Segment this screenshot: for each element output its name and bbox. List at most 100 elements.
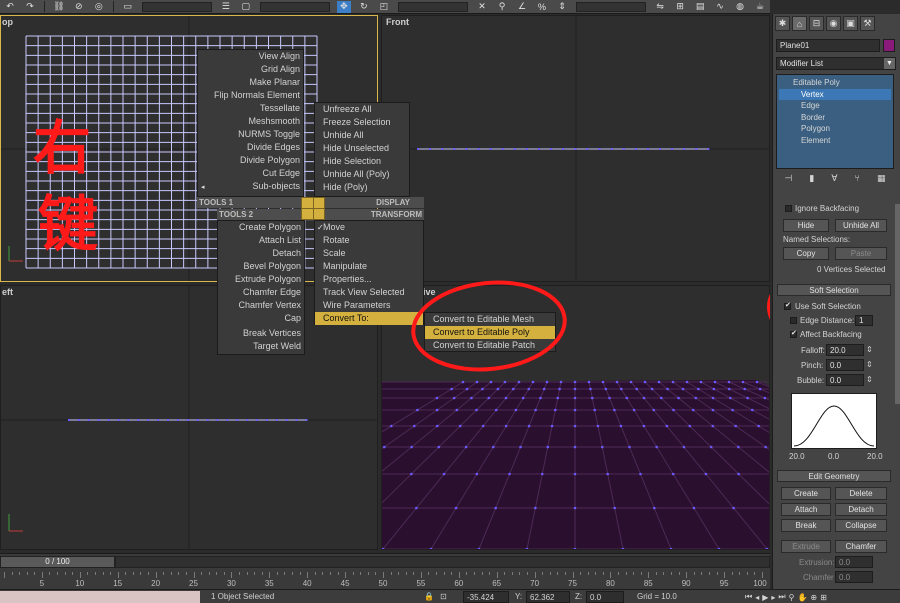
hierarchy-tab-icon[interactable]: ⊟ <box>809 16 824 31</box>
maxscript-listener-field[interactable] <box>0 591 200 603</box>
chamfer-input[interactable]: 0.0 <box>835 571 873 583</box>
percent-snap-icon[interactable]: % <box>535 1 549 13</box>
extrusion-input[interactable]: 0.0 <box>835 556 873 568</box>
go-to-end-icon[interactable]: ⏭ <box>778 592 785 602</box>
quad-item-transform[interactable]: Wire Parameters <box>315 299 423 312</box>
quad-item-transform[interactable]: Manipulate <box>315 260 423 273</box>
select-by-name-icon[interactable]: ☰ <box>219 1 233 13</box>
quad-item-transform[interactable]: Track View Selected <box>315 286 423 299</box>
quad-item-tools1[interactable]: Meshsmooth <box>198 115 303 128</box>
snap-icon[interactable]: ⚲ <box>495 1 509 13</box>
viewport-label-front[interactable]: Front <box>386 17 409 27</box>
layer-icon[interactable]: ▤ <box>693 1 707 13</box>
quad-item-tools2[interactable]: Extrude Polygon <box>218 273 304 286</box>
move-tool-icon[interactable]: ✥ <box>336 0 351 13</box>
quad-item-tools2[interactable]: Attach List <box>218 234 304 247</box>
rotate-tool-icon[interactable]: ↻ <box>357 1 371 13</box>
stack-item-subobject[interactable]: Edge <box>779 100 891 111</box>
collapse-button[interactable]: Collapse <box>835 519 887 532</box>
display-tab-icon[interactable]: ▣ <box>843 16 858 31</box>
edge-distance-checkbox[interactable] <box>790 317 797 324</box>
quad-item-tools2[interactable]: Target Weld <box>218 340 304 353</box>
object-color-swatch[interactable] <box>883 39 895 52</box>
chamfer-button[interactable]: Chamfer <box>835 540 887 553</box>
curve-editor-icon[interactable]: ∿ <box>713 1 727 13</box>
viewport-front[interactable]: Front <box>381 15 770 282</box>
quad-item-transform[interactable]: Properties... <box>315 273 423 286</box>
detach-button[interactable]: Detach <box>835 503 887 516</box>
quad-item-tools1[interactable]: View Align <box>198 50 303 63</box>
quad-item-tools2[interactable]: Break Vertices <box>218 327 304 340</box>
angle-snap-icon[interactable]: ∠ <box>515 1 529 13</box>
chevron-down-icon[interactable]: ▼ <box>884 58 895 69</box>
previous-frame-icon[interactable]: ◂ <box>755 593 759 602</box>
material-editor-icon[interactable]: ◍ <box>733 1 747 13</box>
quad-item-transform[interactable]: Move <box>315 221 423 234</box>
edit-geometry-rollout[interactable]: Edit Geometry <box>777 470 891 482</box>
quad-item-tools1[interactable]: NURMS Toggle <box>198 128 303 141</box>
y-coordinate-field[interactable]: 62.362 <box>526 591 570 603</box>
hide-button[interactable]: Hide <box>783 219 829 232</box>
quad-item-display[interactable]: Freeze Selection <box>315 116 409 129</box>
x-coordinate-field[interactable]: -35.424 <box>463 591 509 603</box>
paste-button[interactable]: Paste <box>835 247 887 260</box>
quad-item-transform[interactable]: Rotate <box>315 234 423 247</box>
absolute-mode-icon[interactable]: ⊡ <box>440 592 447 601</box>
stack-item-editable-poly[interactable]: Editable Poly <box>779 77 891 88</box>
selection-region-icon[interactable]: ▢ <box>239 1 253 13</box>
quad-item-tools2[interactable]: Chamfer Vertex <box>218 299 304 312</box>
quad-item-tools1[interactable]: Make Planar <box>198 76 303 89</box>
quad-item-tools2[interactable]: Detach <box>218 247 304 260</box>
quad-item-tools1[interactable]: Grid Align <box>198 63 303 76</box>
utilities-tab-icon[interactable]: ⚒ <box>860 16 875 31</box>
time-slider-track[interactable] <box>115 556 770 568</box>
pin-stack-icon[interactable]: ⊣ <box>785 173 793 184</box>
maximize-viewport-icon[interactable]: ⊞ <box>820 593 827 602</box>
stack-item-subobject[interactable]: Polygon <box>779 123 891 134</box>
zoom-icon[interactable]: ⚲ <box>789 593 795 602</box>
quad-item-tools2[interactable]: Cap <box>218 312 304 325</box>
quad-item-display[interactable]: Unhide All <box>315 129 409 142</box>
redo-icon[interactable]: ↷ <box>23 1 37 13</box>
quad-item-display[interactable]: Unfreeze All <box>315 103 409 116</box>
selection-filter-dropdown[interactable] <box>141 1 212 12</box>
timeline-ruler[interactable]: 5 10 15 20 25 30 35 40 45 50 55 60 65 70 75 80 85 90 95 100 <box>0 572 770 590</box>
delete-button[interactable]: Delete <box>835 487 887 500</box>
named-selection-sets-dropdown[interactable] <box>575 1 647 12</box>
pinch-spinner-icon[interactable]: ⇕ <box>866 360 873 369</box>
convert-submenu-item[interactable]: Convert to Editable Patch <box>425 339 555 352</box>
reference-coordinate-dropdown[interactable] <box>397 1 469 12</box>
attach-button[interactable]: Attach <box>781 503 831 516</box>
link-icon[interactable]: ⛓ <box>52 1 66 13</box>
create-button[interactable]: Create <box>781 487 831 500</box>
motion-tab-icon[interactable]: ◉ <box>826 16 841 31</box>
viewport-label-left[interactable]: eft <box>2 287 13 297</box>
bind-icon[interactable]: ◎ <box>92 1 106 13</box>
quad-item-tools2[interactable]: Chamfer Edge <box>218 286 304 299</box>
affect-backfacing-checkbox[interactable] <box>790 329 797 338</box>
object-name-field[interactable]: Plane01 <box>776 39 880 52</box>
quad-item-tools1[interactable]: Flip Normals Element <box>198 89 303 102</box>
modifier-list-dropdown[interactable]: Modifier List <box>776 57 896 70</box>
copy-button[interactable]: Copy <box>783 247 829 260</box>
soft-selection-rollout[interactable]: Soft Selection <box>777 284 891 296</box>
stack-item-subobject[interactable]: Vertex <box>779 88 891 100</box>
undo-icon[interactable]: ↶ <box>3 1 17 13</box>
edge-distance-input[interactable]: 1 <box>855 315 873 326</box>
modify-tab-icon[interactable]: ⌂ <box>792 16 807 31</box>
falloff-spinner-icon[interactable]: ⇕ <box>866 345 873 354</box>
viewport-label-top[interactable]: op <box>2 17 13 27</box>
orbit-icon[interactable]: ⊕ <box>810 593 817 602</box>
quad-item-display[interactable]: Hide (Poly) <box>315 181 409 194</box>
show-end-result-icon[interactable]: ▮ <box>809 173 814 184</box>
quad-item-tools1[interactable]: Divide Edges <box>198 141 303 154</box>
align-icon[interactable]: ⊞ <box>673 1 687 13</box>
falloff-input[interactable]: 20.0 <box>826 344 864 356</box>
create-tab-icon[interactable]: ✱ <box>775 16 790 31</box>
bubble-spinner-icon[interactable]: ⇕ <box>866 375 873 384</box>
bubble-input[interactable]: 0.0 <box>826 374 864 386</box>
quad-item-display[interactable]: Hide Unselected <box>315 142 409 155</box>
command-panel-scrollbar[interactable] <box>895 204 900 404</box>
quad-item-tools1[interactable]: Cut Edge <box>198 167 303 180</box>
play-icon[interactable]: ▶ <box>762 593 768 602</box>
